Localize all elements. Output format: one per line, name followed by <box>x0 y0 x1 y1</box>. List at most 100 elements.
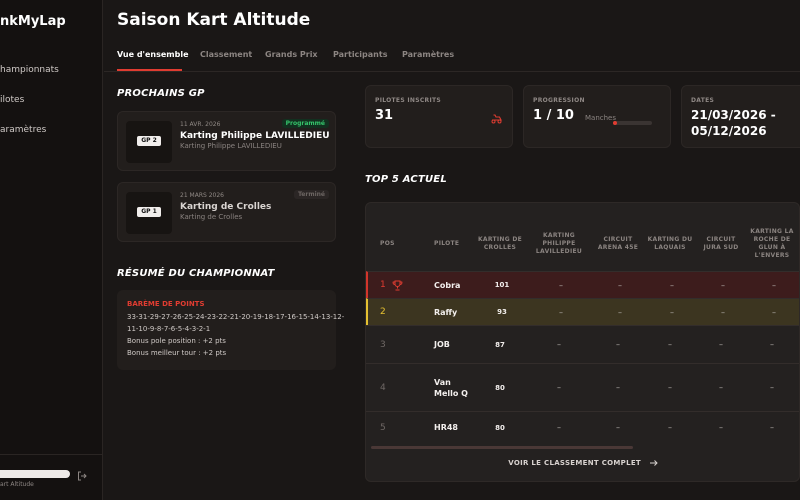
stat-value: 31 <box>375 108 394 123</box>
column-header: KARTING DE CROLLES <box>477 236 523 251</box>
full-ranking-link-label: VOIR LE CLASSEMENT COMPLET <box>508 459 641 467</box>
points-cell: 80 <box>495 383 505 392</box>
result-cell: – <box>557 340 561 349</box>
top5-title: TOP 5 ACTUEL <box>365 174 447 185</box>
arrow-right-icon <box>649 460 658 466</box>
stat-card-drivers: PILOTES INSCRITS 31 <box>365 85 513 148</box>
sidebar-item-parametres[interactable]: aramètres <box>0 125 46 135</box>
column-header: KARTING PHILIPPE LAVILLEDIEU <box>535 232 583 255</box>
sidebar-footer: art Altitude <box>0 454 103 500</box>
gp-card-1[interactable]: GP 1 21 MARS 2026 Karting de Crolles Kar… <box>117 182 336 242</box>
tab-grands-prix[interactable]: Grands Prix <box>265 50 318 59</box>
points-cell: 80 <box>495 423 505 432</box>
summary-title: RÉSUMÉ DU CHAMPIONNAT <box>117 268 275 279</box>
stat-label: DATES <box>691 97 715 104</box>
result-cell: – <box>668 383 672 392</box>
table-row[interactable]: 1 Cobra 101 – – – – – <box>366 271 799 298</box>
gp-card-2[interactable]: GP 2 11 AVR. 2026 Karting Philippe LAVIL… <box>117 111 336 171</box>
user-name-bar <box>0 470 70 478</box>
tab-bar: Vue d'ensemble Classement Grands Prix Pa… <box>104 40 800 72</box>
gp-location: Karting Philippe LAVILLEDIEU <box>180 142 282 150</box>
position-cell: 2 <box>380 307 386 317</box>
sidebar: nkMyLap hampionnats ilotes aramètres art… <box>0 0 103 500</box>
result-cell: – <box>618 307 622 317</box>
table-row[interactable]: 3 JOB 87 – – – – – <box>366 325 799 363</box>
driver-name[interactable]: HR48 <box>434 412 458 443</box>
gp-date: 11 AVR. 2026 <box>180 121 221 128</box>
gp-date: 21 MARS 2026 <box>180 192 224 199</box>
bonus-best-lap: Bonus meilleur tour : +2 pts <box>127 349 227 357</box>
points-scale-heading: BARÈME DE POINTS <box>127 300 205 308</box>
driver-name[interactable]: Van Mello Q <box>434 364 468 411</box>
result-cell: – <box>719 423 723 432</box>
table-row[interactable]: 2 Raffy 93 – – – – – <box>366 298 799 325</box>
result-cell: – <box>670 280 674 290</box>
date-end: 05/12/2026 <box>691 124 767 138</box>
points-scale-line-1: 33-31-29-27-26-25-24-23-22-21-20-19-18-1… <box>127 313 345 321</box>
result-cell: – <box>719 383 723 392</box>
page-title: Saison Kart Altitude <box>117 10 311 30</box>
full-ranking-link[interactable]: VOIR LE CLASSEMENT COMPLET <box>366 459 799 467</box>
driver-name[interactable]: Raffy <box>434 299 457 325</box>
sidebar-item-championnats[interactable]: hampionnats <box>0 65 59 75</box>
tab-overview[interactable]: Vue d'ensemble <box>117 50 189 59</box>
stat-value: 1 / 10 <box>533 108 574 123</box>
result-cell: – <box>668 340 672 349</box>
progress-bar <box>613 121 652 125</box>
tab-participants[interactable]: Participants <box>333 50 387 59</box>
gp-location: Karting de Crolles <box>180 213 243 221</box>
result-cell: – <box>772 307 776 317</box>
horizontal-scrollbar[interactable] <box>371 446 633 449</box>
result-cell: – <box>616 423 620 432</box>
points-cell: 101 <box>494 281 510 289</box>
result-cell: – <box>668 423 672 432</box>
column-header: KARTING DU LAQUAIS <box>647 236 693 251</box>
position-cell: 3 <box>380 339 386 350</box>
driver-name[interactable]: Cobra <box>434 272 460 298</box>
active-tab-indicator <box>117 69 182 71</box>
stat-card-dates: DATES 21/03/2026 - 05/12/2026 <box>681 85 800 148</box>
upcoming-gp-title: PROCHAINS GP <box>117 88 205 99</box>
points-cell: 87 <box>495 340 505 349</box>
kart-icon <box>491 114 502 124</box>
gp-number-label: GP 2 <box>137 136 161 146</box>
driver-name[interactable]: JOB <box>434 326 450 363</box>
column-header: CIRCUIT ARENA 45E <box>597 236 639 251</box>
position-cell: 1 <box>380 280 386 290</box>
position-cell: 5 <box>380 422 386 433</box>
stat-card-progress: PROGRESSION 1 / 10 Manches <box>523 85 671 148</box>
table-row[interactable]: 4 Van Mello Q 80 – – – – – <box>366 363 799 411</box>
summary-card: BARÈME DE POINTS 33-31-29-27-26-25-24-23… <box>117 290 344 370</box>
result-cell: – <box>719 340 723 349</box>
status-badge: Terminé <box>294 190 329 199</box>
tab-parametres[interactable]: Paramètres <box>402 50 454 59</box>
gp-badge: GP 1 <box>126 192 172 234</box>
bonus-pole: Bonus pole position : +2 pts <box>127 337 226 345</box>
tab-classement[interactable]: Classement <box>200 50 252 59</box>
brand-logo[interactable]: nkMyLap <box>0 14 66 29</box>
points-scale-line-2: 11-10-9-8-7-6-5-4-3-2-1 <box>127 325 211 333</box>
table-row[interactable]: 5 HR48 80 – – – – – <box>366 411 799 443</box>
position-cell: 4 <box>380 382 386 393</box>
result-cell: – <box>770 340 774 349</box>
result-cell: – <box>559 307 563 317</box>
column-header: CIRCUIT JURA SUD <box>703 236 739 251</box>
gp-name: Karting Philippe LAVILLEDIEU <box>180 131 330 141</box>
logout-icon[interactable] <box>77 471 87 481</box>
stat-label: PILOTES INSCRITS <box>375 97 441 104</box>
status-badge: Programmé <box>281 119 329 128</box>
result-cell: – <box>616 340 620 349</box>
progress-bar-fill <box>613 121 617 125</box>
result-cell: – <box>670 307 674 317</box>
result-cell: – <box>618 280 622 290</box>
top5-table: POS PILOTE KARTING DE CROLLES KARTING PH… <box>365 202 800 482</box>
user-org-caption: art Altitude <box>0 481 34 488</box>
result-cell: – <box>616 383 620 392</box>
result-cell: – <box>772 280 776 290</box>
result-cell: – <box>721 280 725 290</box>
column-header: POS <box>380 240 395 247</box>
sidebar-item-pilotes[interactable]: ilotes <box>0 95 24 105</box>
points-cell: 93 <box>497 308 507 316</box>
result-cell: – <box>721 307 725 317</box>
progress-unit: Manches <box>585 114 617 122</box>
